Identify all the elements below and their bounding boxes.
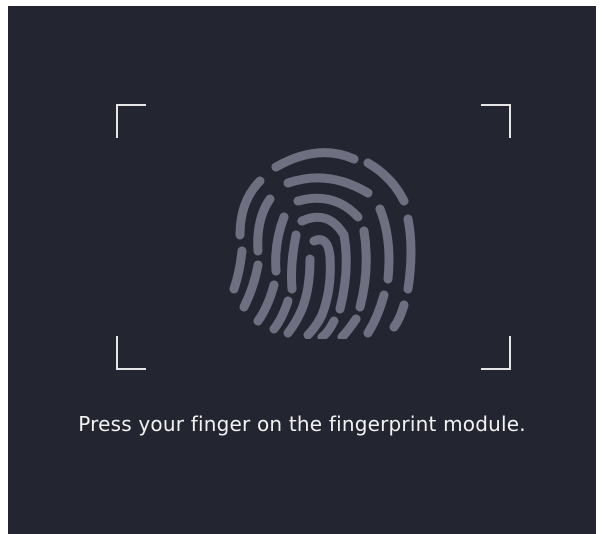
fingerprint-icon: [229, 148, 416, 339]
scan-frame-corner-bottom-left: [116, 336, 146, 370]
scan-frame-corner-top-right: [481, 104, 511, 138]
scan-frame-corner-top-left: [116, 104, 146, 138]
instruction-text: Press your finger on the fingerprint mod…: [78, 412, 526, 436]
fingerprint-enroll-screen: Press your finger on the fingerprint mod…: [8, 6, 596, 534]
scan-frame-corner-bottom-right: [481, 336, 511, 370]
